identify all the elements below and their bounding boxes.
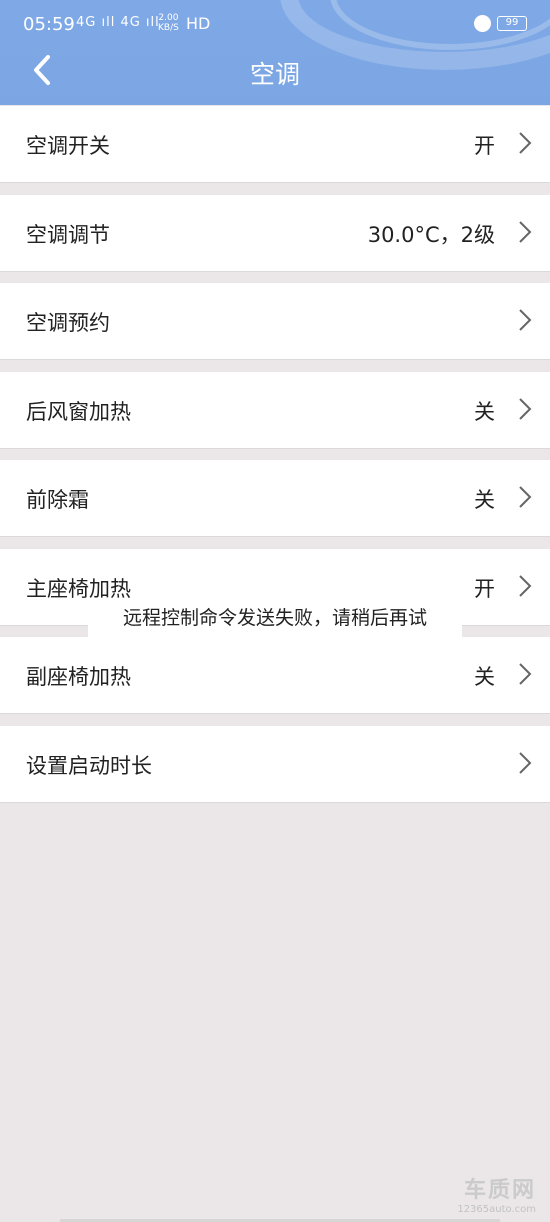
watermark-text: 车质网	[463, 1178, 536, 1203]
row-ac-switch[interactable]: 空调开关 开	[0, 106, 550, 183]
row-start-duration[interactable]: 设置启动时长	[0, 726, 550, 803]
row-label: 前除霜	[26, 488, 89, 512]
status-time: 05:59	[23, 14, 75, 35]
chevron-right-icon	[519, 575, 532, 597]
watermark-logo: 车质网 12365auto.com	[440, 1172, 536, 1215]
app-header: 05:59 4G ıll 4G ıll 2.00 KB/S HD 99 空调	[0, 0, 550, 105]
chevron-right-icon	[519, 398, 532, 420]
row-ac-schedule[interactable]: 空调预约	[0, 283, 550, 360]
row-label: 空调预约	[26, 311, 110, 335]
row-label: 设置启动时长	[26, 754, 152, 778]
network-speed: 2.00 KB/S	[158, 13, 179, 33]
chevron-right-icon	[519, 132, 532, 154]
alarm-icon	[474, 15, 491, 32]
row-value: 开	[474, 577, 495, 601]
network-speed-unit: KB/S	[158, 23, 179, 33]
row-rear-window-heat[interactable]: 后风窗加热 关	[0, 372, 550, 449]
row-value: 开	[474, 134, 495, 158]
signal-icon: 4G ıll 4G ıll	[76, 15, 160, 30]
page-title: 空调	[249, 60, 300, 89]
network-speed-value: 2.00	[158, 13, 179, 23]
row-label: 后风窗加热	[26, 400, 131, 424]
row-ac-adjust[interactable]: 空调调节 30.0°C，2级	[0, 195, 550, 272]
chevron-right-icon	[519, 663, 532, 685]
status-bar: 05:59 4G ıll 4G ıll 2.00 KB/S HD 99	[0, 0, 550, 48]
row-label: 副座椅加热	[26, 665, 131, 689]
watermark-url: 12365auto.com	[457, 1204, 536, 1215]
hd-indicator: HD	[186, 14, 211, 33]
battery-level: 99	[505, 17, 519, 28]
row-value: 30.0°C，2级	[367, 223, 495, 247]
chevron-right-icon	[519, 486, 532, 508]
chevron-right-icon	[519, 221, 532, 243]
row-front-defrost[interactable]: 前除霜 关	[0, 460, 550, 537]
row-value: 关	[474, 488, 495, 512]
chevron-right-icon	[519, 752, 532, 774]
row-label: 空调开关	[26, 134, 110, 158]
row-label: 空调调节	[26, 223, 110, 247]
chevron-right-icon	[519, 309, 532, 331]
row-value: 关	[474, 400, 495, 424]
row-value: 关	[474, 665, 495, 689]
battery-icon: 99	[497, 16, 527, 31]
error-toast: 远程控制命令发送失败，请稍后再试	[88, 598, 462, 660]
